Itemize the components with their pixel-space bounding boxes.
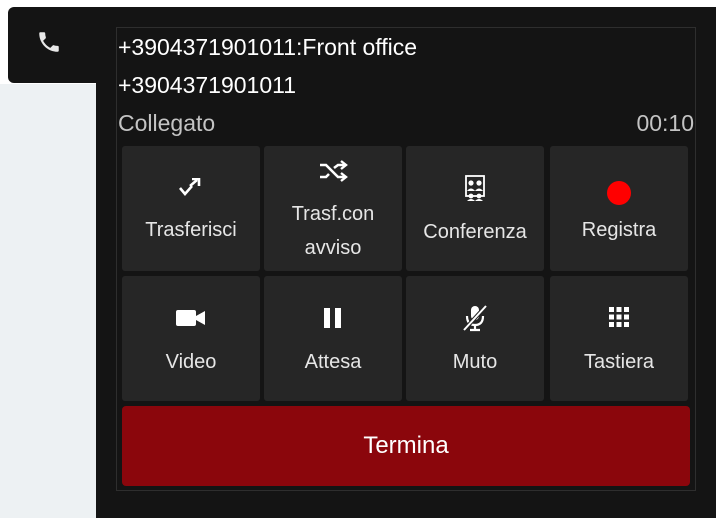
hold-button[interactable]: Attesa: [264, 276, 402, 401]
record-icon: [607, 181, 631, 205]
mic-off-icon: [462, 304, 488, 332]
keypad-icon: [609, 307, 629, 327]
attended-transfer-label-line1: Trasf.con: [291, 203, 375, 225]
video-label: Video: [165, 351, 217, 373]
call-status: Collegato: [118, 110, 216, 136]
hold-label: Attesa: [304, 351, 362, 373]
conference-icon: [465, 175, 485, 201]
mute-label: Muto: [452, 351, 498, 373]
phone-icon: [39, 32, 59, 52]
phone-tab[interactable]: [8, 7, 104, 83]
video-button[interactable]: Video: [122, 276, 260, 401]
conference-label: Conferenza: [423, 221, 527, 243]
mute-button[interactable]: Muto: [406, 276, 544, 401]
keypad-button[interactable]: Tastiera: [550, 276, 688, 401]
call-timer: 00:10: [636, 110, 694, 136]
caller-number: +3904371901011: [118, 72, 297, 98]
pause-icon: [324, 308, 341, 328]
caller-name: +3904371901011:Front office: [118, 34, 418, 60]
shuffle-icon: [320, 160, 348, 182]
record-label: Registra: [581, 219, 657, 241]
record-button[interactable]: Registra: [550, 146, 688, 271]
transfer-button[interactable]: Trasferisci: [122, 146, 260, 271]
transfer-label: Trasferisci: [145, 219, 237, 241]
transfer-icon: [179, 178, 201, 197]
page-background: [0, 84, 96, 518]
end-call-button[interactable]: Termina: [122, 406, 690, 486]
video-camera-icon: [176, 310, 205, 326]
keypad-label: Tastiera: [583, 351, 655, 373]
conference-button[interactable]: Conferenza: [406, 146, 544, 271]
attended-transfer-button[interactable]: Trasf.con avviso: [264, 146, 402, 271]
attended-transfer-label-line2: avviso: [304, 237, 362, 259]
